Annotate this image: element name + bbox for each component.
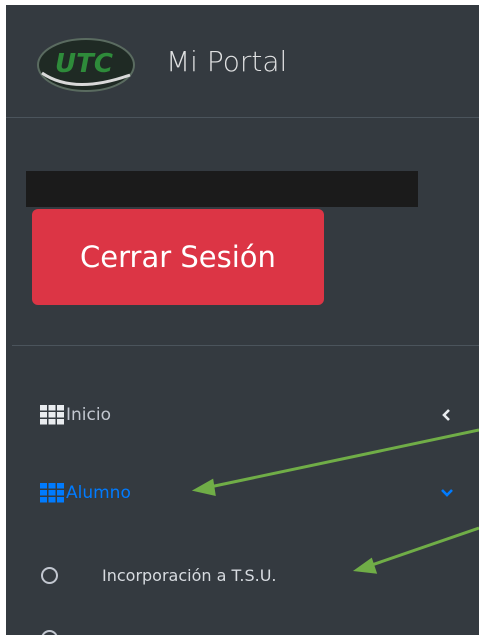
chevron-left-icon xyxy=(442,409,450,421)
subnav-item-incorporacion[interactable]: Incorporación a T.S.U. xyxy=(6,555,479,595)
sidebar-item-inicio[interactable]: Inicio xyxy=(6,395,479,435)
sidebar: UTC Mi Portal Cerrar Sesión Inicio Alumn… xyxy=(6,5,479,635)
utc-logo: UTC xyxy=(37,38,135,92)
grid-icon xyxy=(40,483,64,503)
sidebar-item-label: Inicio xyxy=(66,405,111,425)
sidebar-item-label: Alumno xyxy=(66,483,131,503)
brand-header[interactable]: UTC Mi Portal xyxy=(6,5,479,118)
chevron-down-icon xyxy=(441,489,453,497)
circle-icon xyxy=(41,630,58,635)
sidebar-divider xyxy=(12,345,479,346)
user-name-redacted xyxy=(26,171,418,207)
subnav-item-label: Incorporación a T.S.U. xyxy=(102,565,277,585)
portal-title: Mi Portal xyxy=(166,45,288,78)
logout-button[interactable]: Cerrar Sesión xyxy=(32,209,324,305)
grid-icon xyxy=(40,405,64,425)
sidebar-item-alumno[interactable]: Alumno xyxy=(6,473,479,513)
circle-icon xyxy=(41,566,58,584)
logo-text: UTC xyxy=(55,49,113,79)
